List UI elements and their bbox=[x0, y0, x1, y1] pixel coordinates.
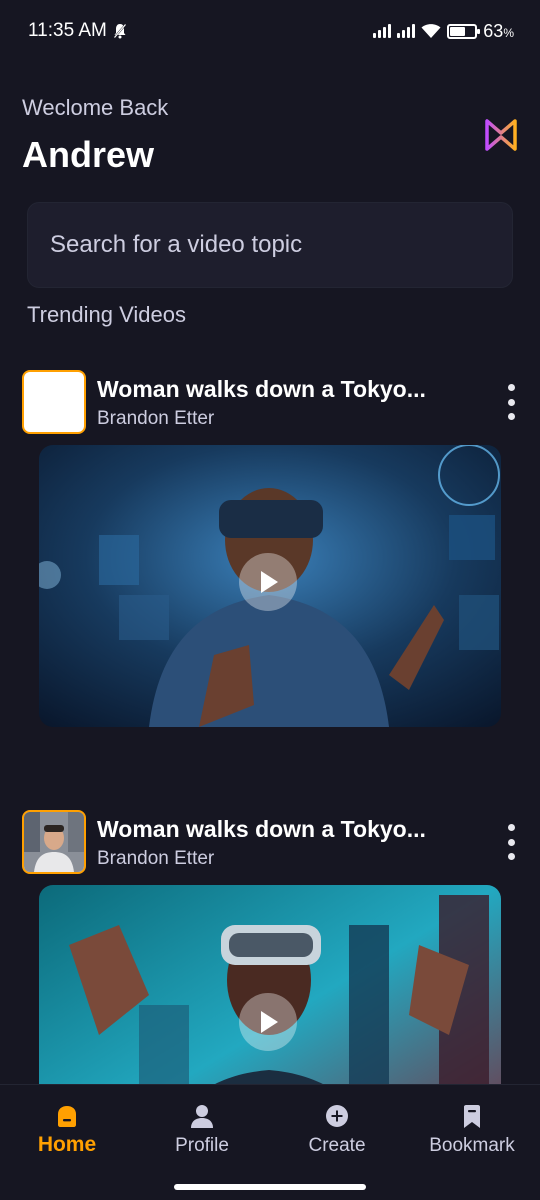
nav-item-bookmark[interactable]: Bookmark bbox=[412, 1103, 532, 1157]
nav-item-create[interactable]: Create bbox=[277, 1103, 397, 1157]
video-creator: Brandon Etter bbox=[97, 408, 215, 429]
time-text: 11:35 AM bbox=[28, 20, 107, 41]
bottom-navigation: Home Profile Create Bookmark bbox=[0, 1084, 540, 1200]
app-logo-icon bbox=[485, 119, 517, 151]
nav-item-home[interactable]: Home bbox=[7, 1103, 127, 1157]
video-creator: Brandon Etter bbox=[97, 848, 215, 869]
nav-label-create: Create bbox=[308, 1135, 366, 1156]
video-title: Woman walks down a Tokyo... bbox=[97, 376, 426, 402]
avatar-photo bbox=[24, 812, 84, 872]
video-thumbnail[interactable] bbox=[39, 445, 501, 727]
video-card[interactable]: Woman walks down a Tokyo... Brandon Ette… bbox=[0, 370, 540, 727]
signal-icon bbox=[397, 24, 416, 38]
bell-muted-icon bbox=[113, 23, 127, 39]
status-icons: 63% bbox=[373, 21, 514, 42]
battery-percent: 63% bbox=[483, 20, 514, 41]
video-card-header: Woman walks down a Tokyo... Brandon Ette… bbox=[0, 370, 540, 440]
home-indicator[interactable] bbox=[174, 1184, 366, 1190]
play-icon bbox=[261, 571, 278, 593]
plus-icon bbox=[326, 1105, 348, 1127]
play-icon bbox=[261, 1011, 278, 1033]
welcome-text: Weclome Back bbox=[22, 95, 169, 120]
creator-avatar[interactable] bbox=[22, 370, 86, 434]
profile-icon bbox=[191, 1105, 213, 1128]
play-button[interactable] bbox=[239, 993, 297, 1051]
battery-icon bbox=[447, 23, 481, 39]
search-input[interactable] bbox=[50, 231, 512, 259]
status-time: 11:35 AM bbox=[28, 20, 127, 42]
search-bar[interactable] bbox=[27, 202, 513, 288]
home-icon bbox=[58, 1106, 76, 1127]
bookmark-icon bbox=[464, 1105, 480, 1128]
nav-item-profile[interactable]: Profile bbox=[142, 1103, 262, 1157]
video-card[interactable]: Woman walks down a Tokyo... Brandon Ette… bbox=[0, 810, 540, 1167]
app-screen: 11:35 AM 63% Weclome Back Andrew Search … bbox=[0, 0, 540, 1200]
video-title: Woman walks down a Tokyo... bbox=[97, 816, 426, 842]
video-card-header: Woman walks down a Tokyo... Brandon Ette… bbox=[0, 810, 540, 880]
nav-label-home: Home bbox=[37, 1133, 97, 1156]
wifi-icon bbox=[421, 24, 441, 38]
status-bar: 11:35 AM 63% bbox=[0, 0, 540, 62]
username: Andrew bbox=[22, 134, 155, 175]
nav-label-profile: Profile bbox=[175, 1135, 229, 1156]
more-options-icon[interactable] bbox=[506, 824, 516, 860]
nav-label-bookmark: Bookmark bbox=[429, 1135, 515, 1156]
creator-avatar[interactable] bbox=[22, 810, 86, 874]
more-options-icon[interactable] bbox=[506, 384, 516, 420]
play-button[interactable] bbox=[239, 553, 297, 611]
battery-level bbox=[450, 26, 466, 36]
section-title: Trending Videos bbox=[27, 302, 186, 327]
signal-icon bbox=[373, 24, 392, 38]
